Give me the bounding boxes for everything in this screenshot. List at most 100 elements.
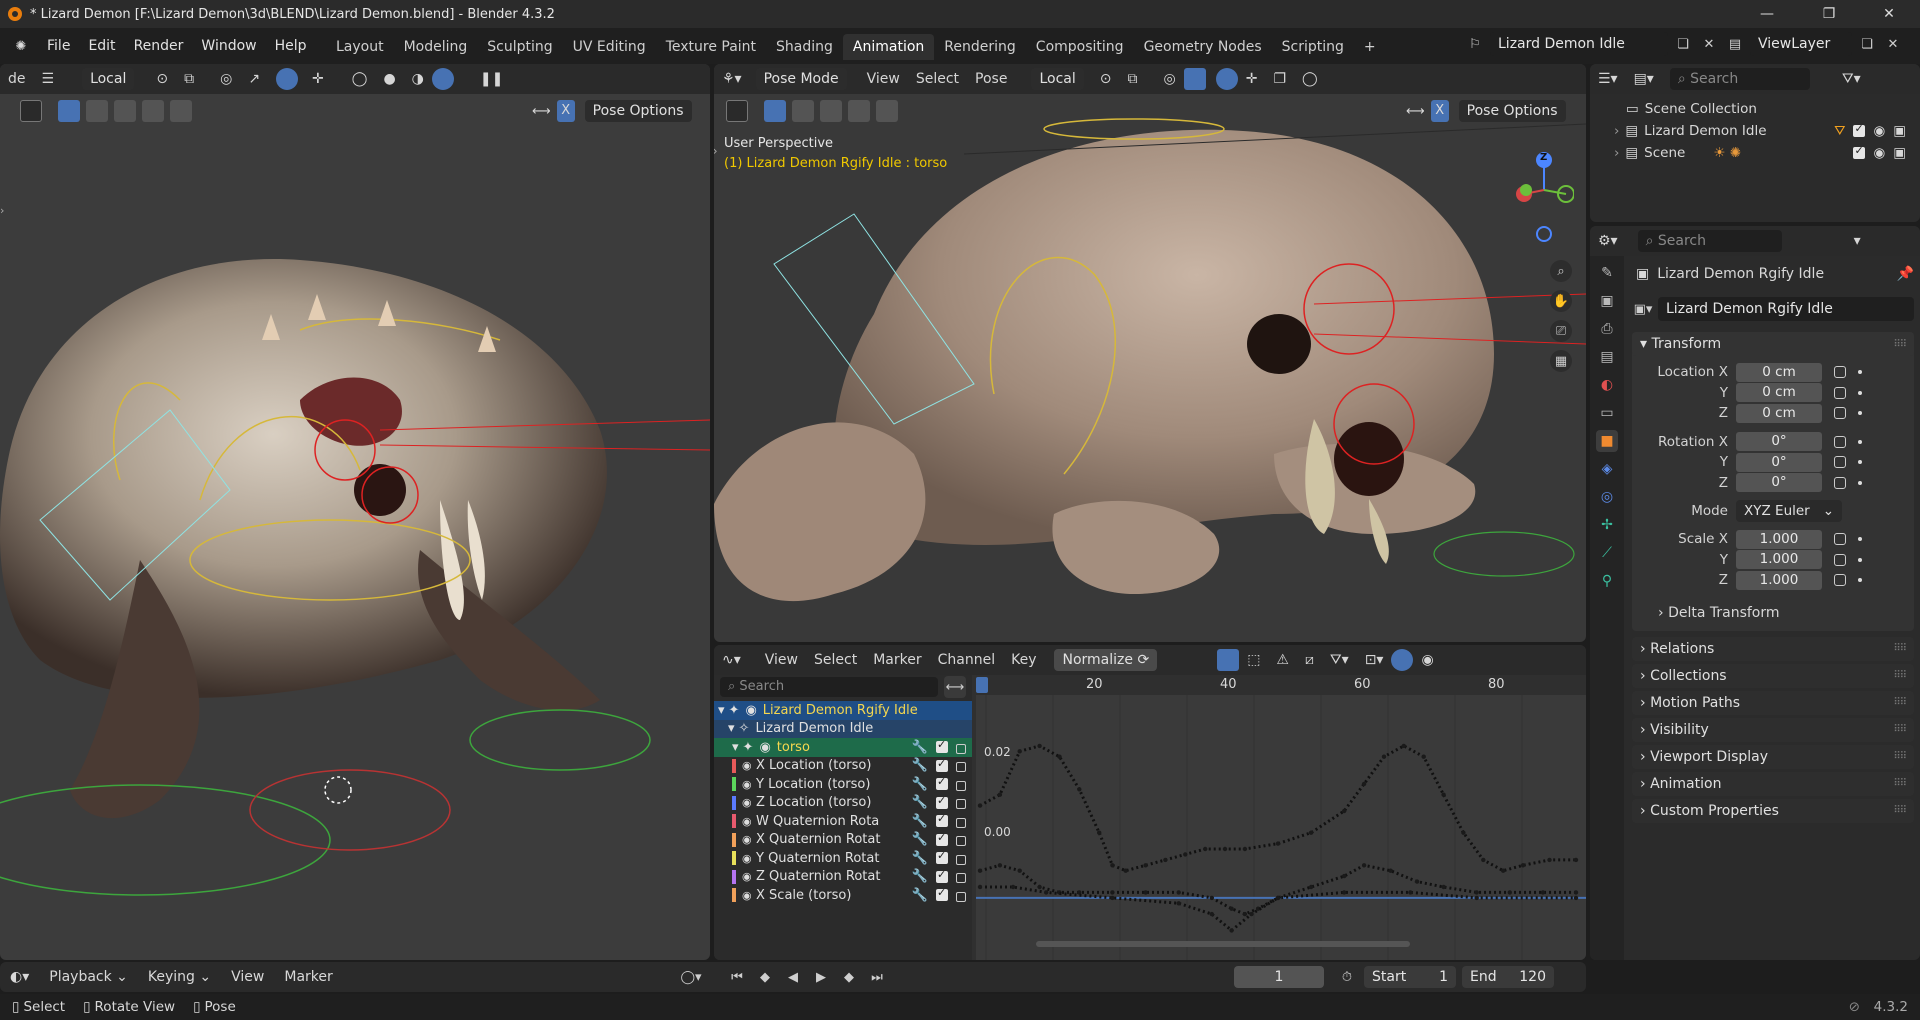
collection-tab-icon[interactable]: ▭ (1596, 402, 1618, 424)
panel-grip-icon[interactable]: ⠿⠿ (1893, 670, 1907, 681)
panel-grip-icon[interactable]: ⠿⠿ (1893, 778, 1907, 789)
remove-scene-icon[interactable]: ✕ (1698, 33, 1720, 55)
channel-lock-icon[interactable] (956, 780, 966, 791)
keying-menu[interactable]: Keying ⌄ (138, 969, 221, 985)
left-viewport[interactable]: de ☰ Local ⊙ ⧉ ◎ ↗ ✛ ◯ ● ◑ ❚❚ ⟷ X Pose O… (0, 64, 710, 960)
tab-geometry-nodes[interactable]: Geometry Nodes (1134, 34, 1272, 60)
snap-icon[interactable]: ⧉ (176, 71, 202, 87)
keyframe-dot-icon[interactable] (1858, 537, 1862, 542)
channel-mute-checkbox[interactable] (936, 775, 948, 791)
scale-x-field[interactable]: 1.000 (1736, 529, 1822, 549)
channel-eye-icon[interactable]: ◉ (742, 852, 756, 865)
next-keyframe-icon[interactable]: ◆ (838, 966, 860, 988)
errors-icon[interactable]: ⚠ (1268, 652, 1297, 668)
rotation-mode-dropdown[interactable]: XYZ Euler ⌄ (1736, 500, 1842, 522)
menu-file[interactable]: File (38, 34, 79, 58)
jump-end-icon[interactable]: ⏭ (866, 966, 888, 988)
keyframe-dot-icon[interactable] (1858, 578, 1862, 583)
properties-options-icon[interactable]: ▾ (1846, 233, 1869, 249)
channel-search-input[interactable]: ⌕ Search (720, 677, 938, 697)
panel-visibility[interactable]: › Visibility ⠿⠿ (1632, 717, 1914, 742)
pivot-icon[interactable]: ⊙ (1092, 71, 1120, 87)
channel-mute-checkbox[interactable] (936, 757, 948, 772)
lock-icon[interactable] (1834, 574, 1846, 587)
object-data-field[interactable]: Lizard Demon Rgify Idle (1658, 297, 1914, 321)
location-x-field[interactable]: 0 cm (1736, 362, 1822, 382)
proportional-icon[interactable]: ◉ (1413, 652, 1441, 668)
overlay-toggle[interactable] (276, 68, 299, 90)
rotation-y-field[interactable]: 0° (1736, 452, 1822, 472)
panel-motion-paths[interactable]: › Motion Paths ⠿⠿ (1632, 690, 1914, 715)
pose-menu[interactable]: Pose (967, 71, 1015, 87)
main-viewport[interactable]: ⚘▾ Pose Mode View Select Pose Local ⊙ ⧉ … (714, 64, 1586, 642)
playback-menu[interactable]: Playback ⌄ (39, 969, 138, 985)
tab-scripting[interactable]: Scripting (1272, 34, 1354, 60)
solid-shading-icon[interactable]: ◯ (1294, 71, 1326, 87)
rendered-shading-icon[interactable] (431, 68, 454, 90)
graph-key-menu[interactable]: Key (1003, 652, 1044, 668)
select-menu[interactable]: Select (908, 71, 967, 87)
channel-mute-checkbox[interactable] (936, 868, 948, 883)
keyframe-dot-icon[interactable] (1858, 390, 1862, 395)
location-z-field[interactable]: 0 cm (1736, 403, 1822, 423)
scale-y-field[interactable]: 1.000 (1736, 550, 1822, 570)
channel-eye-icon[interactable]: ◉ (742, 796, 756, 809)
current-frame-field[interactable]: 1 (1234, 966, 1324, 988)
perspective-grid-icon[interactable]: ▦ (1550, 350, 1572, 372)
lock-icon[interactable] (1834, 476, 1846, 489)
channel-mute-checkbox[interactable] (936, 849, 948, 865)
graph-editor-type-icon[interactable]: ∿▾ (714, 652, 749, 668)
keyframe-dot-icon[interactable] (1858, 439, 1862, 444)
add-workspace-icon[interactable]: + (1354, 34, 1386, 60)
visibility-icon[interactable]: ◎ (1155, 71, 1183, 87)
timeline-marker-menu[interactable]: Marker (274, 969, 342, 985)
modifier-wrench-icon[interactable]: 🔧 (912, 832, 928, 847)
graph-view-menu[interactable]: View (757, 652, 806, 668)
graph-channel-menu[interactable]: Channel (930, 652, 1003, 668)
group-lock-icon[interactable] (956, 743, 966, 754)
channel-lock-icon[interactable] (956, 836, 966, 847)
camera-icon[interactable]: ▣ (1893, 123, 1906, 139)
rig-channel[interactable]: ▾ ✦ ◉ Lizard Demon Rgify Idle (714, 701, 972, 720)
blender-menu-icon[interactable]: ✺ (10, 35, 32, 57)
current-frame-indicator[interactable] (976, 677, 988, 693)
menu-edit[interactable]: Edit (79, 34, 124, 58)
tab-texture-paint[interactable]: Texture Paint (656, 34, 766, 60)
filter-icon[interactable]: ⛛▾ (1322, 652, 1357, 668)
panel-collections[interactable]: › Collections ⠿⠿ (1632, 663, 1914, 688)
keyframe-dot-icon[interactable] (1858, 411, 1862, 416)
keyframe-dot-icon[interactable] (1858, 557, 1862, 562)
channel-eye-icon[interactable]: ◉ (742, 870, 756, 883)
location-y-field[interactable]: 0 cm (1736, 383, 1822, 403)
channel-lock-icon[interactable] (956, 762, 966, 773)
armature-data-tab-icon[interactable]: ⟋ (1596, 542, 1618, 564)
frame-ruler[interactable]: 20 40 60 80 (976, 675, 1586, 695)
expand-action-icon[interactable]: ▾ (728, 721, 735, 736)
close-button[interactable]: ✕ (1866, 0, 1912, 28)
group-eye-icon[interactable]: ◉ (759, 740, 770, 755)
lock-icon[interactable] (1834, 407, 1846, 420)
keyframe-dot-icon[interactable] (1858, 480, 1862, 485)
lock-icon[interactable] (1834, 533, 1846, 546)
end-frame-field[interactable]: End 120 (1462, 966, 1554, 988)
minimize-button[interactable]: — (1744, 0, 1790, 28)
channel-eye-icon[interactable]: ◉ (742, 778, 756, 791)
panel-grip-icon[interactable]: ⠿⠿ (1893, 805, 1907, 816)
fcurve-channel[interactable]: ◉ W Quaternion Rota 🔧 (714, 812, 972, 831)
lock-icon[interactable] (1834, 553, 1846, 566)
pivot-point-icon[interactable]: ⊡▾ (1357, 652, 1392, 668)
expand-icon[interactable]: › (1614, 123, 1619, 139)
rotation-x-field[interactable]: 0° (1736, 432, 1822, 452)
exclude-checkbox[interactable] (1853, 122, 1866, 137)
channel-eye-icon[interactable]: ◉ (742, 815, 756, 828)
modifier-tab-icon[interactable]: ◈ (1596, 458, 1618, 480)
outliner-item-lizard-demon-idle[interactable]: › ▤ Lizard Demon Idle ⛛ ◉ ▣ (1614, 120, 1920, 142)
camera-icon[interactable]: ▣ (1893, 145, 1906, 161)
graph-area[interactable]: 20 40 60 80 0.02 0.00 (976, 675, 1586, 960)
create-ghost-icon[interactable]: ⧄ (1297, 652, 1322, 668)
channel-eye-icon[interactable]: ◉ (742, 833, 756, 846)
fcurve-channel[interactable]: ◉ X Quaternion Rotat 🔧 (714, 831, 972, 850)
tool-tab-icon[interactable]: ✎ (1596, 262, 1618, 284)
fcurve-channel[interactable]: ◉ X Scale (torso) 🔧 (714, 886, 972, 905)
record-icon[interactable]: ◯▾ (680, 966, 702, 988)
